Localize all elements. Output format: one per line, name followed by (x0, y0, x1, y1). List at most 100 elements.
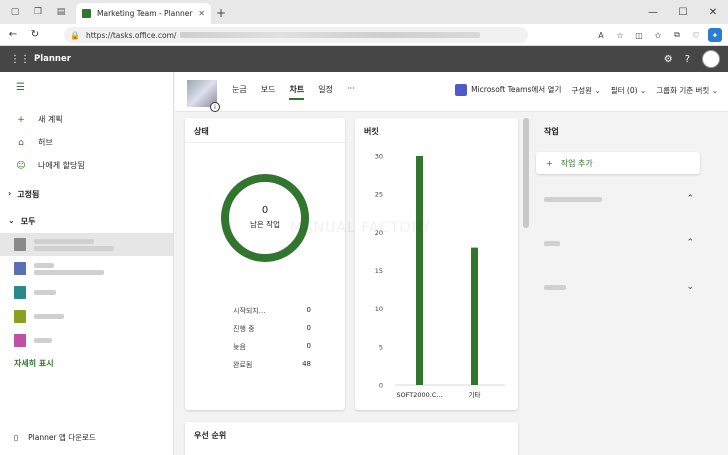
info-icon[interactable]: i (210, 102, 220, 112)
group-name-redacted (544, 240, 560, 246)
tab-close-icon[interactable]: ✕ (198, 9, 205, 18)
divider (185, 142, 345, 143)
plan-list-item[interactable] (0, 305, 173, 328)
task-group-header[interactable]: ⌃ (544, 194, 694, 204)
x-tick-label: 기타 (469, 390, 481, 399)
header-actions: ⚙ ? (664, 50, 720, 68)
plan-header-actions: Microsoft Teams에서 열기 구성원 ⌄ 필터 (0) ⌄ 그룹화 … (455, 84, 718, 96)
plan-thumbnail (14, 262, 26, 275)
avatar[interactable] (702, 50, 720, 68)
profile-icon[interactable]: ▢ (7, 4, 23, 20)
browser-tab-bar: ▢ ❐ ▤ Marketing Team - Planner ✕ + — ☐ ✕ (0, 0, 728, 24)
url-field[interactable]: 🔒 https://tasks.office.com/ (64, 27, 528, 43)
nav-hub[interactable]: ⌂ 허브 (16, 137, 53, 148)
home-icon: ⌂ (18, 137, 24, 148)
collections-icon[interactable]: ⧉ (670, 28, 684, 42)
priority-card-title: 우선 순위 (194, 431, 227, 440)
plan-thumbnail (14, 238, 26, 251)
plan-header: i 눈금 보드 차트 일정 ··· Microsoft Teams에서 열기 구… (175, 72, 728, 112)
members-button[interactable]: 구성원 ⌄ (571, 85, 600, 96)
window-controls: — ☐ ✕ (638, 0, 728, 24)
filter-button[interactable]: 필터 (0) ⌄ (611, 85, 647, 96)
browser-toolbar: A ☆ ◫ ✩ ⧉ ♡ ✦ (594, 28, 722, 42)
pinned-section-header[interactable]: › 고정됨 (8, 189, 39, 200)
remaining-count: 0 (261, 205, 269, 216)
x-tick-label: SOFT2000.C... (396, 391, 442, 399)
tasks-pane: 작업 + 작업 추가 ⌃ ⌃ ⌄ (536, 118, 700, 408)
split-screen-icon[interactable]: ◫ (632, 28, 646, 42)
group-by-button[interactable]: 그룹화 기준 버킷 ⌄ (656, 85, 718, 96)
plan-name-redacted (34, 237, 114, 253)
url-redacted (180, 32, 481, 38)
tab-schedule[interactable]: 일정 (318, 84, 333, 100)
stat-row-in-progress: 진행 중0 (233, 324, 311, 333)
status-card-title: 상태 (194, 127, 209, 136)
tab-grid[interactable]: 눈금 (232, 84, 247, 100)
bucket-bar[interactable] (471, 247, 478, 385)
hamburger-menu-icon[interactable]: ☰ (16, 82, 25, 93)
workspaces-icon[interactable]: ❐ (30, 4, 46, 20)
back-icon[interactable]: ← (4, 29, 22, 40)
all-section-header[interactable]: ⌄ 모두 (8, 216, 35, 227)
tab-board[interactable]: 보드 (261, 84, 276, 100)
stat-row-completed: 완료됨 48 (233, 360, 311, 369)
tab-actions-icon[interactable]: ▤ (53, 4, 69, 20)
favorites-icon[interactable]: ✩ (651, 28, 665, 42)
read-aloud-icon[interactable]: A (594, 28, 608, 42)
plan-name-redacted (34, 288, 56, 297)
plan-name-redacted (34, 312, 64, 321)
chevron-down-icon: ⌄ (8, 216, 15, 225)
plan-thumbnail (14, 286, 26, 299)
settings-gear-icon[interactable]: ⚙ (664, 54, 673, 65)
y-tick-label: 15 (375, 267, 383, 275)
open-in-teams-button[interactable]: Microsoft Teams에서 열기 (455, 84, 561, 96)
person-icon: ☺ (16, 160, 26, 171)
remaining-label: 남은 작업 (250, 220, 280, 229)
chevron-down-icon: ⌄ (711, 85, 718, 95)
plan-list-item[interactable] (0, 329, 173, 352)
plan-list-item[interactable] (0, 281, 173, 304)
help-icon[interactable]: ? (685, 54, 690, 65)
priority-card: 우선 순위 (185, 422, 518, 455)
bucket-card: 버킷 0 5 10 15 20 25 30 SOFT2000.C... 기타 (355, 118, 518, 410)
task-group-header[interactable]: ⌃ (544, 238, 694, 248)
plan-thumbnail (14, 334, 26, 347)
chevron-down-icon: ⌄ (594, 85, 601, 95)
bucket-bar-chart: 0 5 10 15 20 25 30 SOFT2000.C... 기타 (375, 153, 505, 399)
chevron-up-icon: ⌃ (686, 238, 694, 248)
copilot-icon[interactable]: ✦ (708, 28, 722, 42)
maximize-button[interactable]: ☐ (668, 7, 698, 18)
planner-favicon-icon (82, 9, 91, 18)
tab-charts[interactable]: 차트 (289, 84, 305, 100)
y-tick-label: 10 (375, 305, 383, 313)
chevron-up-icon: ⌃ (686, 194, 694, 204)
browser-tab[interactable]: Marketing Team - Planner ✕ (76, 3, 211, 24)
plan-list-item[interactable] (0, 257, 173, 280)
show-more-link[interactable]: 자세히 표시 (14, 358, 54, 369)
y-tick-label: 5 (379, 343, 383, 351)
chevron-down-icon: ⌄ (639, 85, 647, 95)
task-group-header[interactable]: ⌄ (544, 282, 694, 292)
chevron-right-icon: › (8, 189, 12, 198)
add-task-button[interactable]: + 작업 추가 (536, 152, 700, 174)
y-tick-label: 25 (375, 191, 383, 199)
bucket-bar[interactable] (416, 156, 423, 385)
plan-list-item[interactable] (0, 233, 173, 256)
download-app-link[interactable]: ▯ Planner 앱 다운로드 (14, 432, 96, 443)
close-window-button[interactable]: ✕ (698, 7, 728, 18)
app-name: Planner (34, 54, 71, 64)
more-views-button[interactable]: ··· (347, 84, 355, 100)
minimize-button[interactable]: — (638, 7, 668, 18)
nav-assigned-to-me[interactable]: ☺ 나에게 할당됨 (16, 160, 84, 171)
extensions-icon[interactable]: ♡ (689, 28, 703, 42)
nav-new-plan[interactable]: + 새 계획 (16, 114, 62, 125)
content-scrollbar[interactable] (523, 118, 529, 228)
refresh-icon[interactable]: ↻ (26, 29, 44, 40)
new-tab-button[interactable]: + (216, 6, 226, 20)
view-tabs: 눈금 보드 차트 일정 ··· (232, 84, 355, 100)
app-launcher-icon[interactable]: ⋮⋮ (10, 54, 30, 65)
favorite-star-icon[interactable]: ☆ (613, 28, 627, 42)
lock-icon: 🔒 (70, 30, 80, 40)
left-navigation: ☰ + 새 계획 ⌂ 허브 ☺ 나에게 할당됨 › 고정됨 ⌄ 모두 자세히 표… (0, 72, 174, 455)
y-tick-label: 20 (375, 229, 383, 237)
